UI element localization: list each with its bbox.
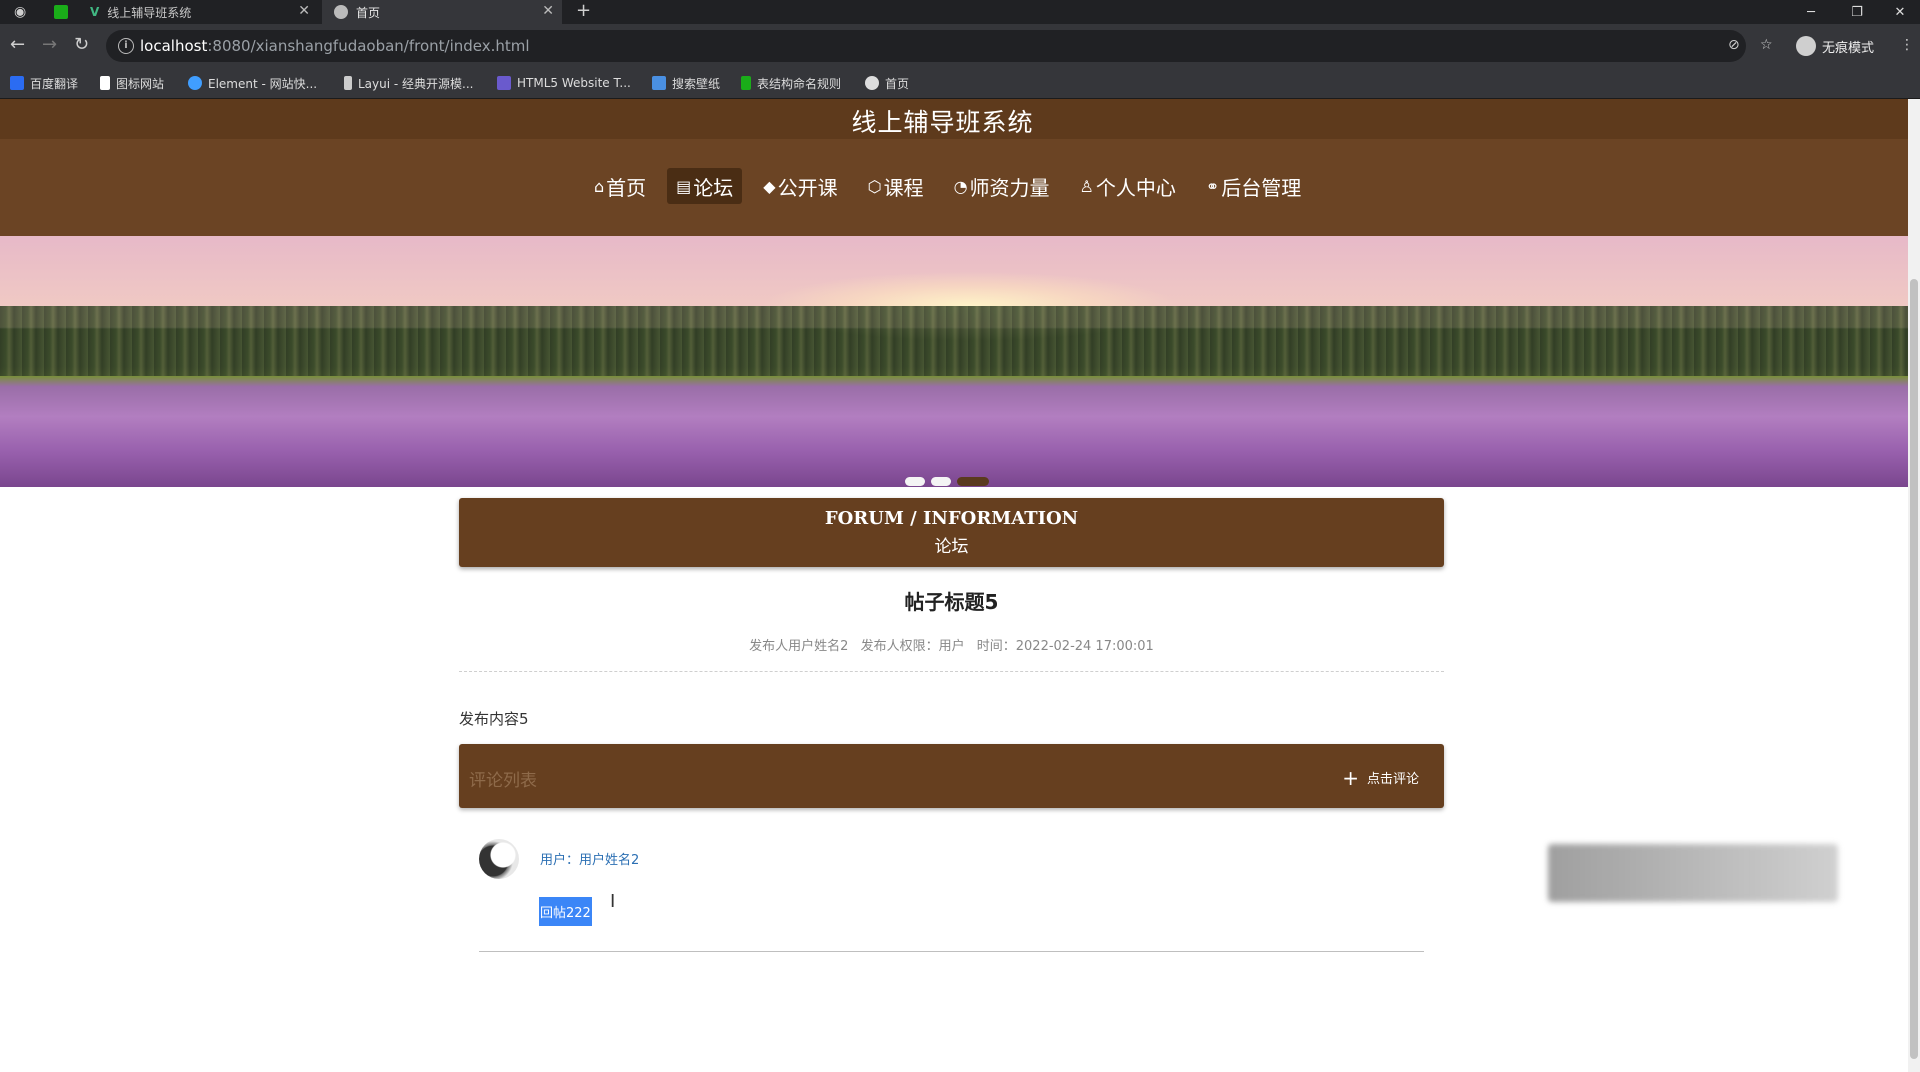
html5-icon — [497, 76, 511, 90]
forum-header-cn: 论坛 — [934, 537, 969, 557]
user-icon: ♙ — [1079, 176, 1094, 196]
post-divider — [459, 671, 1444, 672]
main-nav: ⌂ 首页 ▤ 论坛 ◆ 公开课 ⬡ 课程 ◔ 师资力量 ♙ 个人中心 ⚭ 后台管理 — [585, 167, 1322, 205]
post-title: 帖子标题5 — [904, 590, 999, 614]
post-content: 发布内容5 — [459, 710, 529, 728]
incognito-indicator[interactable]: 无痕模式 — [1796, 32, 1874, 60]
more-icon[interactable]: ⋮ — [1900, 37, 1914, 53]
bookmark-item[interactable]: Layui - 经典开源模... — [344, 75, 473, 91]
nav-item-open-course[interactable]: ◆ 公开课 — [754, 168, 846, 204]
link-icon: ⚭ — [1205, 176, 1220, 196]
minimize-button[interactable]: ─ — [1788, 0, 1834, 24]
url-text: localhost:8080/xianshangfudaoban/front/i… — [140, 37, 530, 55]
carousel-dot[interactable] — [931, 477, 951, 486]
incognito-icon — [1796, 36, 1816, 56]
plus-icon: + — [1342, 765, 1359, 790]
globe-icon — [865, 76, 879, 90]
site-title: 线上辅导班系统 — [851, 108, 1034, 137]
element-icon — [188, 76, 202, 90]
post-meta: 发布人用户姓名2 发布人权限：用户 时间：2022-02-24 17:00:01 — [459, 635, 1444, 654]
blurred-watermark — [1548, 844, 1838, 902]
nav-item-profile[interactable]: ♙ 个人中心 — [1071, 168, 1185, 204]
carousel-dots — [905, 477, 995, 486]
close-window-button[interactable]: ✕ — [1880, 0, 1920, 24]
tab-label: 首页 — [356, 5, 381, 20]
restore-button[interactable]: ❐ — [1834, 0, 1880, 24]
add-comment-label: 点击评论 — [1366, 772, 1419, 787]
cube-icon: ⬡ — [867, 176, 882, 196]
tab-home[interactable]: 首页 ✕ — [322, 0, 562, 24]
add-comment-button[interactable]: + 点击评论 — [1342, 765, 1419, 790]
tab-system[interactable]: V 线上辅导班系统 ✕ — [90, 0, 318, 24]
comment-user: 用户：用户姓名2 — [540, 853, 640, 868]
post-time: 时间：2022-02-24 17:00:01 — [976, 639, 1154, 654]
layui-icon — [344, 76, 352, 90]
eye-off-icon[interactable]: ⊘ — [1728, 37, 1740, 53]
bookmark-item[interactable]: HTML5 Website T... — [497, 75, 631, 91]
close-icon[interactable]: ✕ — [542, 3, 554, 19]
tab-label: 线上辅导班系统 — [107, 5, 192, 20]
star-icon[interactable]: ☆ — [1760, 37, 1773, 53]
scrollbar-thumb[interactable] — [1910, 279, 1918, 1059]
post-role: 发布人权限：用户 — [860, 639, 965, 654]
vue-logo-icon: V — [90, 5, 100, 19]
bookmark-item[interactable]: 图标网站 — [100, 75, 164, 91]
home-icon: ⌂ — [594, 176, 605, 196]
avatar — [479, 839, 519, 879]
page-scrollbar[interactable] — [1908, 99, 1920, 1072]
text-cursor-icon: I — [610, 891, 616, 912]
nav-item-admin[interactable]: ⚭ 后台管理 — [1197, 168, 1310, 204]
info-icon[interactable]: i — [118, 38, 134, 54]
url-input[interactable]: i localhost:8080/xianshangfudaoban/front… — [106, 30, 1746, 62]
web-page: 线上辅导班系统 ⌂ 首页 ▤ 论坛 ◆ 公开课 ⬡ 课程 ◔ 师资力量 ♙ 个人中心 ⚭ 后台… — [0, 99, 1908, 1072]
browser-globe-icon[interactable]: ◉ — [14, 3, 26, 21]
bookmark-item[interactable]: 表结构命名规则 — [741, 75, 841, 91]
globe-icon — [334, 5, 348, 19]
post-author: 发布人用户姓名2 — [749, 639, 849, 654]
back-arrow-icon[interactable]: ← — [10, 36, 25, 54]
forward-arrow-icon[interactable]: → — [42, 36, 57, 54]
comment-text: 回帖222 — [539, 897, 592, 926]
pinned-tab-icon[interactable] — [54, 5, 68, 19]
reload-icon[interactable]: ↻ — [74, 36, 89, 54]
carousel-dot-active[interactable] — [957, 477, 989, 486]
forum-icon: ▤ — [676, 176, 692, 196]
incognito-label: 无痕模式 — [1822, 40, 1875, 56]
bookmarks-bar: 百度翻译 图标网站 Element - 网站快... Layui - 经典开源模… — [0, 68, 1920, 99]
comment-list-label: 评论列表 — [469, 771, 537, 791]
site-header: 线上辅导班系统 ⌂ 首页 ▤ 论坛 ◆ 公开课 ⬡ 课程 ◔ 师资力量 ♙ 个人中心 ⚭ 后台… — [0, 99, 1908, 236]
bookmark-item[interactable]: 首页 — [865, 75, 909, 91]
new-tab-button[interactable]: + — [576, 2, 591, 20]
nav-item-course[interactable]: ⬡ 课程 — [859, 168, 933, 204]
graduation-cap-icon: ◆ — [763, 176, 776, 196]
bookmark-item[interactable]: Element - 网站快... — [188, 75, 317, 91]
flag-icon — [100, 76, 110, 90]
comment-bar: 评论列表 + 点击评论 — [459, 744, 1444, 808]
carousel-dot[interactable] — [905, 477, 925, 486]
nav-item-home[interactable]: ⌂ 首页 — [585, 168, 655, 204]
clock-icon: ◔ — [953, 176, 968, 196]
browser-tab-bar: ◉ V 线上辅导班系统 ✕ 首页 ✕ + ─ ❐ ✕ — [0, 0, 1920, 24]
bookmark-icon — [10, 76, 24, 90]
bookmark-item[interactable]: 搜索壁纸 — [652, 75, 720, 91]
banner-carousel[interactable] — [0, 236, 1908, 487]
nav-item-teachers[interactable]: ◔ 师资力量 — [945, 168, 1059, 204]
banner-trees — [0, 306, 1908, 376]
wallpaper-icon — [652, 76, 666, 90]
nav-item-forum[interactable]: ▤ 论坛 — [667, 168, 743, 204]
address-bar-row: ← → ↻ i localhost:8080/xianshangfudaoban… — [0, 24, 1920, 68]
bookmark-item[interactable]: 百度翻译 — [10, 75, 78, 91]
sheet-icon — [741, 76, 751, 90]
comment-divider — [479, 951, 1424, 952]
forum-header-en: FORUM / INFORMATION — [824, 508, 1079, 529]
close-icon[interactable]: ✕ — [298, 3, 310, 19]
forum-header: FORUM / INFORMATION 论坛 — [459, 498, 1444, 567]
